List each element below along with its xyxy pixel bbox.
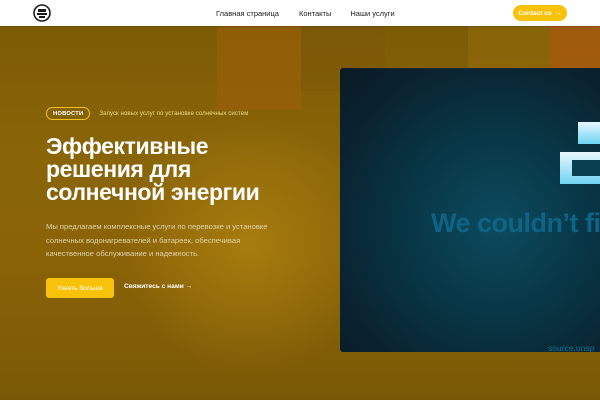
contact-us-button[interactable]: Contact us → (513, 5, 567, 21)
learn-more-button[interactable]: Узнать больше (46, 278, 114, 298)
news-badge: НОВОСТИ (46, 107, 91, 120)
nav-home[interactable]: Главная страница (216, 9, 279, 18)
hero-title: Эффективные решения для солнечной энерги… (46, 133, 260, 205)
news-text: Запуск новых услуг по установке солнечны… (99, 110, 249, 117)
image-error-icon (560, 122, 600, 184)
news-banner[interactable]: НОВОСТИ Запуск новых услуг по установке … (46, 107, 248, 120)
main-nav: Главная страница Контакты Наши услуги (216, 0, 395, 26)
decorative-tile (217, 26, 301, 110)
image-error-text: We couldn’t fin (431, 208, 600, 238)
arrow-right-icon: → (185, 283, 193, 290)
contact-link-label: Свяжитесь с нами (124, 283, 184, 290)
site-header: Главная страница Контакты Наши услуги Co… (0, 0, 600, 26)
nav-services[interactable]: Наши услуги (350, 9, 394, 18)
contact-us-label: Contact us (518, 9, 552, 17)
image-source-text: source.unsp (548, 343, 595, 352)
contact-link[interactable]: Свяжитесь с нами → (124, 283, 192, 290)
hero-description: Мы предлагаем комплексные услуги по пере… (46, 222, 268, 258)
logo-icon[interactable] (33, 4, 51, 22)
arrow-right-icon: → (554, 9, 562, 17)
hero-image-placeholder: We couldn’t fin source.unsp (340, 68, 600, 352)
nav-contacts[interactable]: Контакты (299, 9, 331, 18)
